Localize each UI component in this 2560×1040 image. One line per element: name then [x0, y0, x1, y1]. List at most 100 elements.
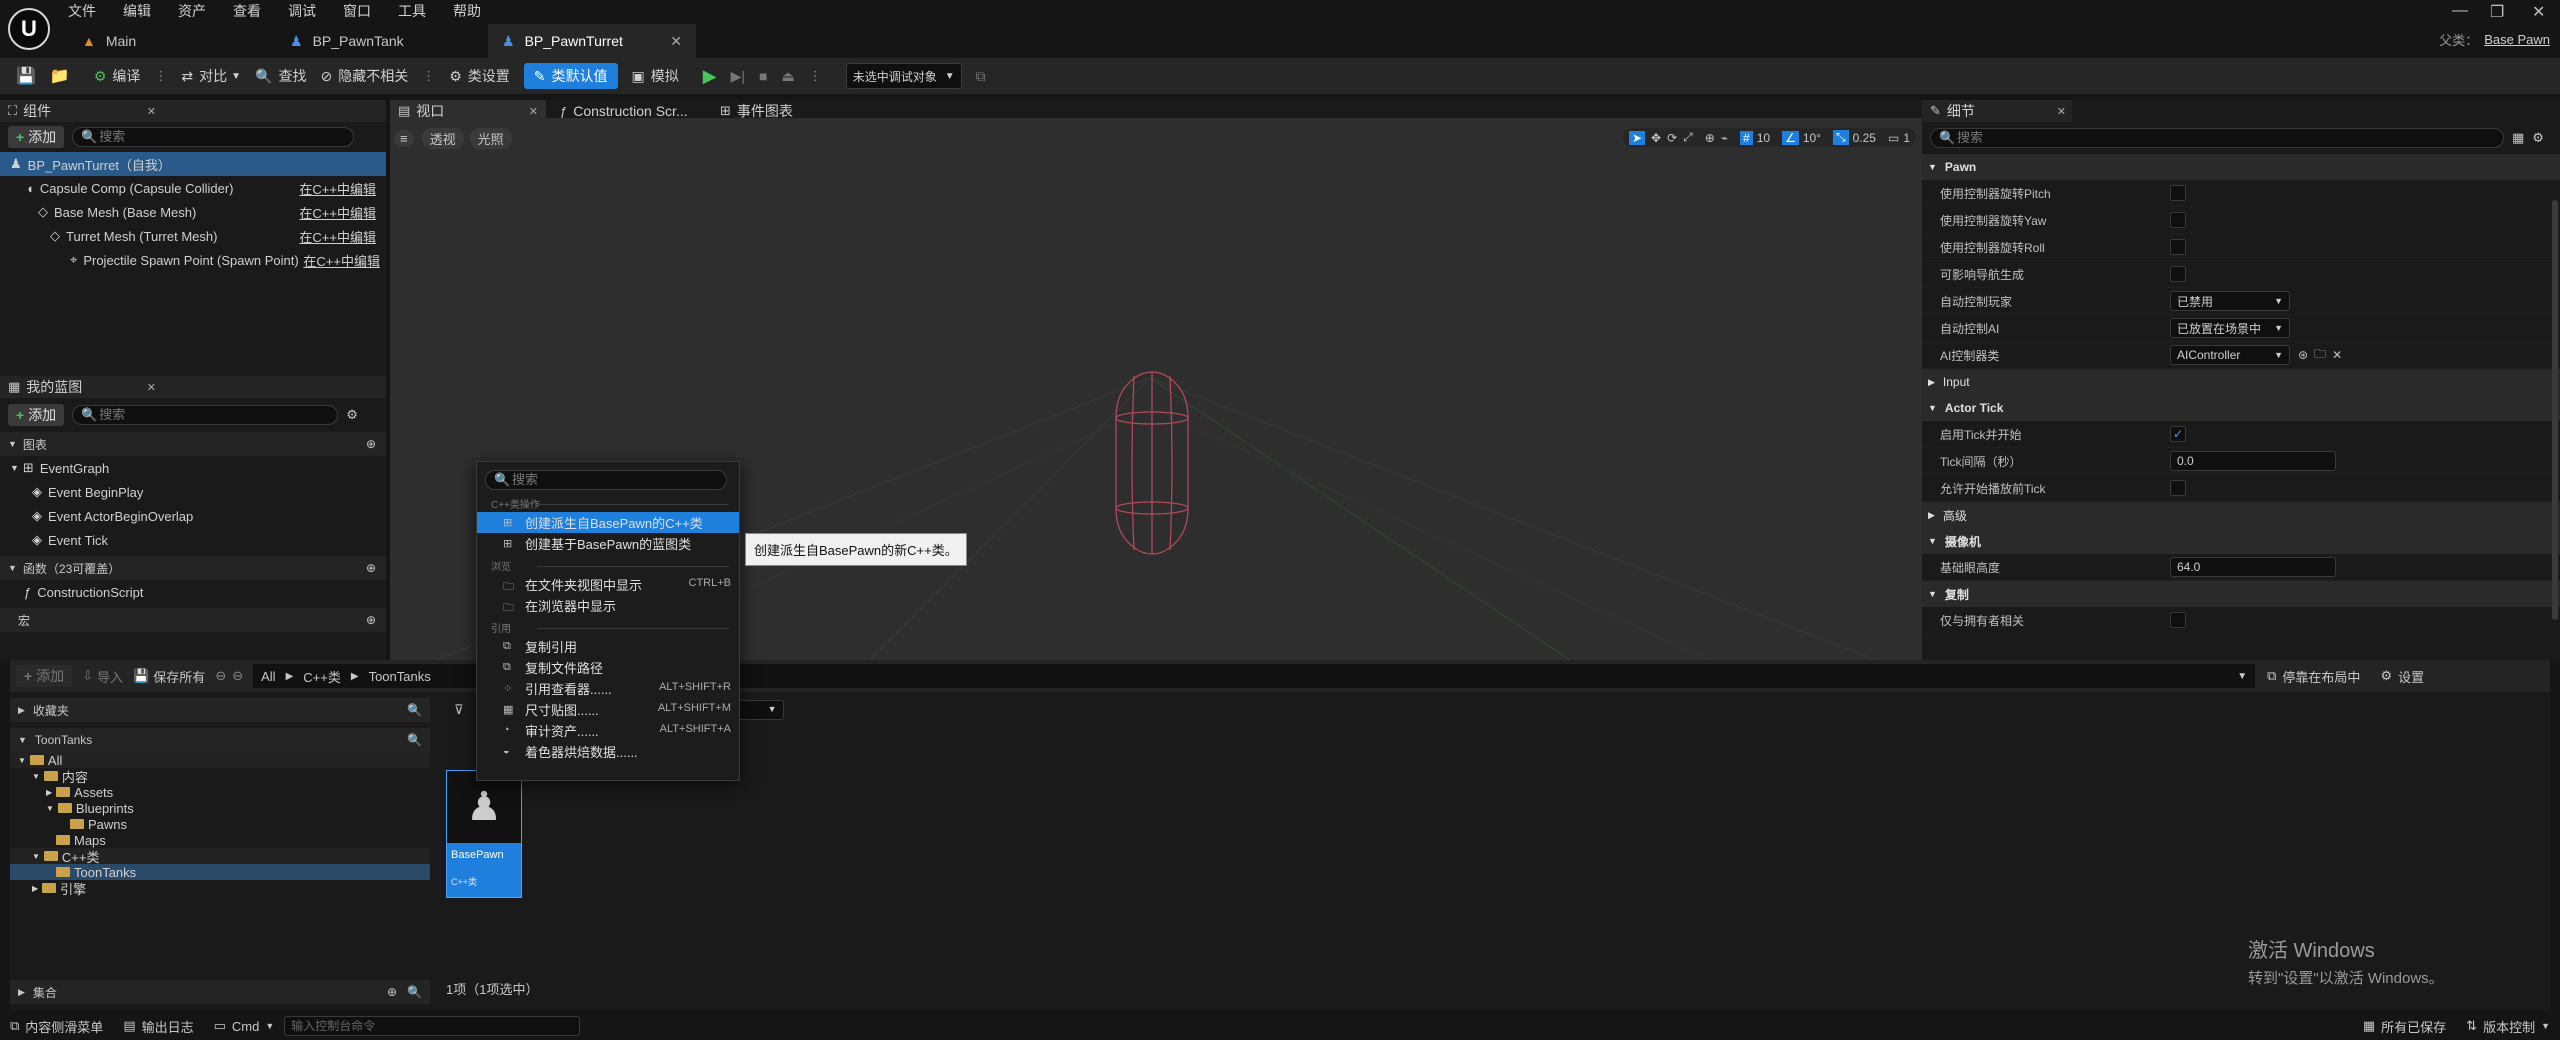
menu-copy-reference[interactable]: ⧉ 复制引用	[477, 636, 739, 657]
auto-player-select[interactable]: 已禁用 ▼	[2170, 291, 2290, 311]
menu-reference-viewer[interactable]: ⁘ 引用查看器...... ALT+SHIFT+R	[477, 678, 739, 699]
menu-view[interactable]: 查看	[233, 1, 261, 21]
tick-interval-input[interactable]: 0.0	[2170, 451, 2336, 471]
menu-edit[interactable]: 编辑	[123, 1, 151, 21]
parent-class-link[interactable]: Base Pawn	[2484, 32, 2550, 47]
event-tick-item[interactable]: ◈ Event Tick	[0, 528, 386, 552]
camera-speed-icon[interactable]: ▭	[1888, 131, 1899, 145]
gear-icon[interactable]: ⚙	[2532, 130, 2544, 146]
doc-tab-bp-pawnturret[interactable]: ♟ BP_PawnTurret ✕	[488, 24, 696, 58]
eye-height-input[interactable]: 64.0	[2170, 557, 2336, 577]
simulate-button[interactable]: ▣ 模拟	[632, 66, 679, 86]
folder-cpp[interactable]: ▼ C++类	[10, 848, 430, 865]
components-tab[interactable]: ⛶ 组件 ✕	[0, 100, 386, 122]
save-all-button[interactable]: 💾 保存所有	[133, 667, 205, 686]
doc-tab-main[interactable]: ▲ Main	[68, 24, 268, 58]
add-circle-icon[interactable]: ⊕	[387, 985, 397, 999]
source-control-button[interactable]: ⇅ 版本控制 ▼	[2456, 1017, 2560, 1036]
functions-section[interactable]: ▼ 函数（23可覆盖） ⊕	[0, 556, 386, 580]
use-yaw-checkbox[interactable]	[2170, 212, 2186, 228]
hide-unrelated-button[interactable]: ⊘ 隐藏不相关	[320, 66, 408, 86]
add-circle-icon[interactable]: ⊕	[366, 613, 376, 627]
menu-create-blueprint-class[interactable]: ⊞ 创建基于BasePawn的蓝图类	[477, 533, 739, 554]
class-defaults-button[interactable]: ✎ 类默认值	[523, 63, 618, 89]
path-toontanks[interactable]: ToonTanks	[369, 669, 431, 684]
details-tab[interactable]: ✎ 细节 ✕	[1922, 100, 2072, 122]
use-pitch-checkbox[interactable]	[2170, 185, 2186, 201]
asset-tile-basepawn[interactable]: ♟ BasePawn C++类	[446, 770, 522, 898]
diff-button[interactable]: ⇄ 对比 ▼	[181, 66, 241, 86]
use-selected-icon[interactable]: ⊛	[2298, 348, 2308, 362]
close-icon[interactable]: ✕	[670, 33, 682, 50]
import-button[interactable]: ⇩ 导入	[82, 667, 123, 686]
my-blueprint-search-input[interactable]: 🔍 搜索	[72, 405, 339, 425]
category-pawn[interactable]: ▼ Pawn	[1922, 154, 2560, 180]
details-search-input[interactable]: 🔍 搜索	[1930, 128, 2504, 148]
back-icon[interactable]: ⊖	[215, 668, 226, 684]
search-icon[interactable]: 🔍	[407, 703, 422, 717]
camera-speed-value[interactable]: 1	[1903, 131, 1910, 145]
add-circle-icon[interactable]: ⊕	[366, 437, 376, 451]
unreal-logo-icon[interactable]: U	[8, 8, 50, 50]
my-blueprint-tab[interactable]: ▦ 我的蓝图 ✕	[0, 376, 386, 398]
folder-content[interactable]: ▼ 内容	[10, 768, 430, 785]
add-circle-icon[interactable]: ⊕	[366, 561, 376, 575]
eject-icon[interactable]: ⏏	[781, 68, 794, 85]
play-options-icon[interactable]: ⋮	[809, 68, 822, 84]
tick-start-checkbox[interactable]: ✓	[2170, 426, 2186, 442]
menu-tools[interactable]: 工具	[398, 1, 426, 21]
favorites-section[interactable]: ▶ 收藏夹 🔍	[10, 698, 430, 722]
components-search-input[interactable]: 🔍 搜索	[72, 127, 355, 147]
minimize-icon[interactable]: —	[2452, 2, 2468, 20]
chevron-down-icon[interactable]: ▼	[2237, 671, 2247, 682]
debug-target-select[interactable]: 未选中调试对象 ▼	[845, 63, 962, 89]
clear-icon[interactable]: ✕	[2332, 348, 2342, 362]
edit-in-cpp-link[interactable]: 在C++中编辑	[299, 227, 376, 246]
menu-create-cpp-class[interactable]: ⊞ 创建派生自BasePawn的C++类	[477, 512, 739, 533]
menu-file[interactable]: 文件	[68, 1, 96, 21]
content-drawer-button[interactable]: ⧉ 内容侧滑菜单	[0, 1017, 113, 1036]
close-icon[interactable]: ✕	[529, 105, 538, 118]
use-roll-checkbox[interactable]	[2170, 239, 2186, 255]
menu-shader-cache[interactable]: ◒ 着色器烘焙数据......	[477, 741, 739, 762]
graphs-section[interactable]: ▼ 图表 ⊕	[0, 432, 386, 456]
context-search-input[interactable]: 🔍 搜索	[485, 470, 727, 490]
category-camera[interactable]: ▼ 摄像机	[1922, 528, 2560, 554]
close-icon[interactable]: ✕	[147, 381, 156, 394]
edit-in-cpp-link[interactable]: 在C++中编辑	[303, 251, 380, 270]
menu-window[interactable]: 窗口	[343, 1, 371, 21]
world-icon[interactable]: ⊕	[1705, 131, 1715, 145]
restore-icon[interactable]: ❐	[2490, 2, 2504, 22]
component-spawn-point[interactable]: ⌖ Projectile Spawn Point (Spawn Point) 在…	[0, 248, 386, 272]
lit-button[interactable]: 光照	[469, 128, 512, 149]
path-cpp[interactable]: C++类	[303, 667, 341, 686]
move-icon[interactable]: ✥	[1651, 131, 1661, 145]
menu-show-in-explorer[interactable]: 🗀 在浏览器中显示	[477, 595, 739, 616]
output-log-button[interactable]: ▤ 输出日志	[113, 1017, 203, 1036]
close-icon[interactable]: ✕	[2057, 105, 2066, 118]
folder-pawns[interactable]: Pawns	[10, 816, 430, 832]
stop-icon[interactable]: ■	[759, 68, 767, 84]
menu-help[interactable]: 帮助	[453, 1, 481, 21]
step-icon[interactable]: ▶|	[731, 68, 745, 85]
component-turret-mesh[interactable]: ◇ Turret Mesh (Turret Mesh) 在C++中编辑	[0, 224, 386, 248]
class-settings-button[interactable]: ⚙ 类设置	[449, 66, 510, 86]
browse-icon[interactable]: 🗀	[2314, 345, 2326, 366]
surface-snap-icon[interactable]: ⌁	[1721, 131, 1728, 145]
rotate-icon[interactable]: ⟳	[1667, 131, 1677, 145]
gear-icon[interactable]: ⚙	[346, 407, 358, 423]
add-component-button[interactable]: + 添加	[8, 126, 65, 148]
folder-blueprints[interactable]: ▼ Blueprints	[10, 800, 430, 816]
scale-snap-icon[interactable]: ⤡	[1833, 130, 1849, 145]
compile-button[interactable]: ⚙ 编译	[94, 66, 141, 86]
nav-gen-checkbox[interactable]	[2170, 266, 2186, 282]
macros-section[interactable]: 宏 ⊕	[0, 608, 386, 632]
console-input[interactable]: 输入控制台命令	[284, 1016, 581, 1036]
grid-snap-icon[interactable]: #	[1740, 130, 1753, 145]
tick-paused-checkbox[interactable]	[2170, 480, 2186, 496]
category-input[interactable]: ▶ Input	[1922, 369, 2560, 395]
only-owner-checkbox[interactable]	[2170, 612, 2186, 628]
scale-icon[interactable]: ⤢	[1683, 130, 1693, 145]
angle-snap-icon[interactable]: ∠	[1782, 130, 1799, 145]
collections-section[interactable]: ▶ 集合 ⊕ 🔍	[10, 980, 430, 1004]
